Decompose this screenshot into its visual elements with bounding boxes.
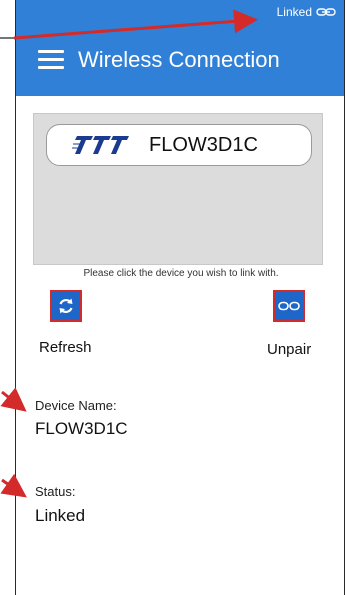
device-list-panel: FLOW3D1C	[33, 113, 323, 265]
unlink-icon	[278, 301, 300, 311]
unpair-button[interactable]	[273, 290, 305, 322]
app-bar: Wireless Connection	[16, 24, 344, 96]
link-icon	[316, 8, 336, 16]
hamburger-menu-icon[interactable]	[38, 50, 64, 70]
ttt-logo-icon	[72, 136, 129, 154]
device-name-label: Device Name:	[35, 398, 117, 413]
status-bar: Linked	[16, 0, 344, 24]
unpair-label: Unpair	[267, 341, 312, 358]
device-list-hint: Please click the device you wish to link…	[83, 268, 279, 279]
refresh-label: Refresh	[39, 339, 92, 356]
phone-screen: Linked Wireless Connection FLOW3D1C Plea…	[15, 0, 345, 595]
device-name-value: FLOW3D1C	[35, 419, 128, 438]
status-value: Linked	[35, 506, 86, 525]
device-item-name: FLOW3D1C	[149, 133, 258, 156]
link-status-text: Linked	[276, 5, 312, 19]
refresh-button[interactable]	[50, 290, 82, 322]
device-list-item[interactable]: FLOW3D1C	[46, 124, 312, 166]
status-label: Status:	[35, 484, 76, 499]
refresh-icon	[59, 298, 73, 314]
page-title: Wireless Connection	[78, 47, 280, 72]
